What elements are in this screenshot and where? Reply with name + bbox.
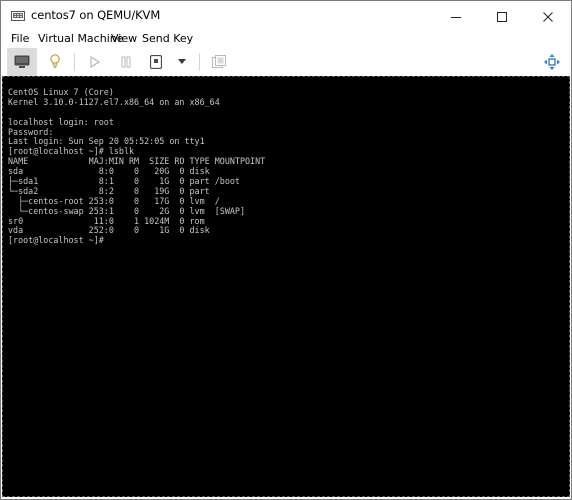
chevron-down-icon bbox=[178, 59, 186, 64]
run-button[interactable] bbox=[82, 48, 108, 76]
console-line: Kernel 3.10.0-1127.el7.x86_64 on an x86_… bbox=[8, 96, 220, 107]
pause-button[interactable] bbox=[113, 48, 139, 76]
menu-send-key[interactable]: Send Key bbox=[142, 32, 193, 45]
minimize-button[interactable] bbox=[433, 1, 479, 31]
maximize-icon bbox=[497, 12, 507, 22]
vm-console-display[interactable]: CentOS Linux 7 (Core) Kernel 3.10.0-1127.… bbox=[2, 76, 570, 497]
menu-file[interactable]: File bbox=[11, 32, 29, 45]
console-line: [root@localhost ~]# bbox=[8, 235, 104, 246]
snapshots-button[interactable] bbox=[206, 48, 232, 76]
vm-window: centos7 on QEMU/KVM File Virtual Machine… bbox=[0, 0, 572, 500]
pause-icon bbox=[121, 56, 131, 68]
minimize-icon bbox=[451, 17, 461, 18]
fullscreen-button[interactable] bbox=[539, 48, 565, 76]
menu-bar: File Virtual Machine View Send Key bbox=[1, 31, 571, 48]
close-button[interactable] bbox=[525, 1, 571, 31]
console-view-button[interactable] bbox=[7, 48, 37, 76]
toolbar bbox=[1, 48, 571, 76]
power-icon bbox=[150, 55, 162, 69]
title-bar[interactable]: centos7 on QEMU/KVM bbox=[1, 1, 571, 31]
menu-view[interactable]: View bbox=[111, 32, 137, 45]
window-title: centos7 on QEMU/KVM bbox=[31, 8, 161, 22]
details-view-button[interactable] bbox=[42, 48, 68, 76]
maximize-button[interactable] bbox=[479, 1, 525, 31]
lightbulb-icon bbox=[50, 54, 60, 68]
virt-manager-app-icon bbox=[11, 11, 25, 21]
snapshot-icon bbox=[212, 55, 226, 68]
toolbar-separator bbox=[74, 53, 75, 71]
monitor-icon bbox=[14, 55, 30, 68]
terminal-output: CentOS Linux 7 (Core) Kernel 3.10.0-1127.… bbox=[8, 87, 265, 246]
shutdown-button[interactable] bbox=[144, 48, 168, 76]
resize-arrows-icon bbox=[544, 54, 560, 70]
close-icon bbox=[543, 12, 553, 22]
toolbar-separator bbox=[199, 53, 200, 71]
shutdown-menu-button[interactable] bbox=[171, 48, 193, 76]
play-icon bbox=[90, 56, 100, 68]
